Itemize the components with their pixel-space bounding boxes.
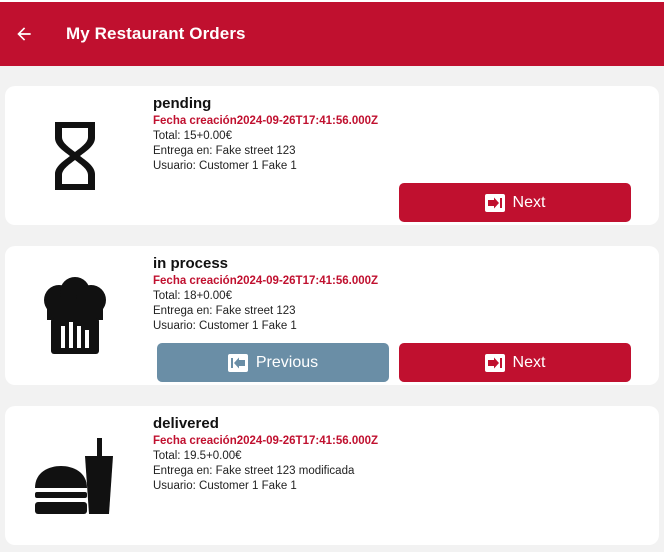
order-details: pending Fecha creación2024-09-26T17:41:5…: [153, 95, 378, 174]
order-total: Total: 15+0.00€: [153, 130, 232, 142]
order-details: delivered Fecha creación2024-09-26T17:41…: [153, 415, 378, 494]
order-address: Entrega en: Fake street 123 modificada: [153, 465, 355, 477]
arrow-left-icon: [17, 27, 31, 41]
order-card-in-process: in process Fecha creación2024-09-26T17:4…: [5, 246, 659, 385]
order-status-icon: [33, 274, 117, 358]
order-status-icon: [33, 114, 117, 198]
order-user: Usuario: Customer 1 Fake 1: [153, 160, 297, 172]
order-total: Total: 19.5+0.00€: [153, 450, 242, 462]
order-status-icon: [33, 434, 117, 518]
order-status: in process: [153, 255, 229, 272]
order-card-delivered: delivered Fecha creación2024-09-26T17:41…: [5, 406, 659, 545]
fastfood-icon: [35, 438, 113, 514]
order-status: delivered: [153, 415, 219, 432]
next-status-button[interactable]: Next: [399, 183, 631, 222]
order-user: Usuario: Customer 1 Fake 1: [153, 320, 297, 332]
order-created-date: Fecha creación2024-09-26T17:41:56.000Z: [153, 115, 379, 127]
chef-hat-icon: [44, 277, 106, 354]
app-bar: My Restaurant Orders: [0, 2, 664, 66]
skip-previous-icon: [227, 353, 248, 372]
order-address: Entrega en: Fake street 123: [153, 305, 296, 317]
previous-button-label: Previous: [255, 353, 319, 371]
order-created-date: Fecha creación2024-09-26T17:41:56.000Z: [153, 435, 379, 447]
order-address: Entrega en: Fake street 123: [153, 145, 296, 157]
next-button-label: Next: [512, 193, 546, 211]
order-created-date: Fecha creación2024-09-26T17:41:56.000Z: [153, 275, 379, 287]
skip-next-icon: [484, 353, 505, 372]
order-total: Total: 18+0.00€: [153, 290, 232, 302]
order-status: pending: [153, 95, 212, 112]
page-title: My Restaurant Orders: [66, 24, 246, 43]
skip-next-icon: [484, 193, 505, 212]
hourglass-icon: [55, 122, 95, 190]
next-status-button[interactable]: Next: [399, 343, 631, 382]
order-user: Usuario: Customer 1 Fake 1: [153, 480, 297, 492]
order-card-pending: pending Fecha creación2024-09-26T17:41:5…: [5, 86, 659, 225]
next-button-label: Next: [512, 353, 546, 371]
back-button[interactable]: [12, 22, 36, 46]
previous-status-button[interactable]: Previous: [157, 343, 389, 382]
order-details: in process Fecha creación2024-09-26T17:4…: [153, 255, 378, 334]
